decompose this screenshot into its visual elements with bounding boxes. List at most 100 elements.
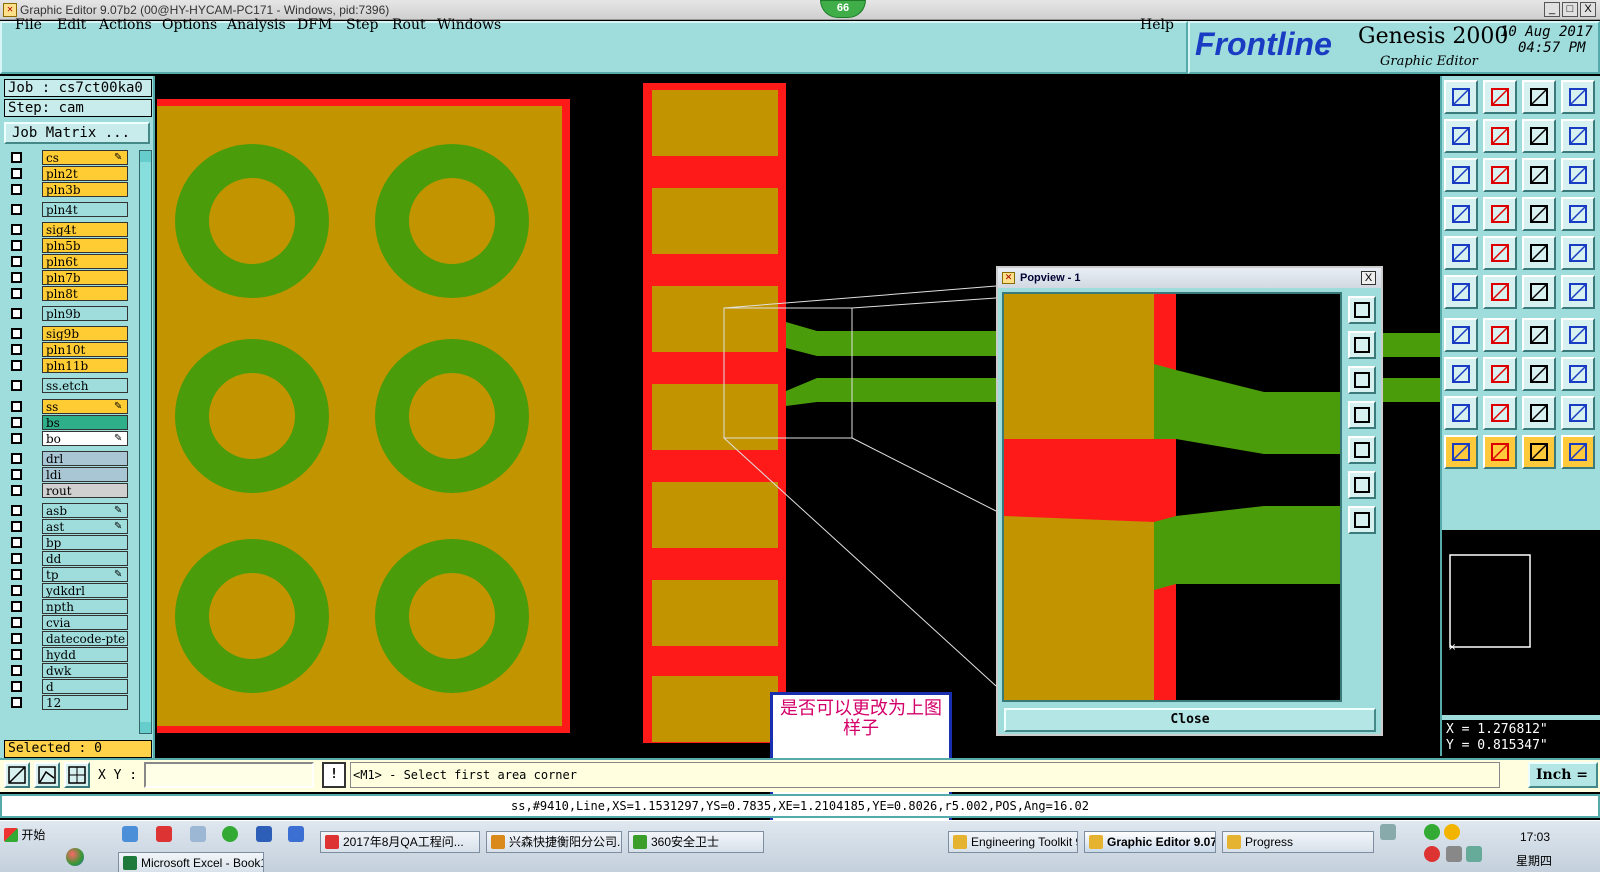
mirror-icon[interactable] xyxy=(1561,318,1595,352)
pan-left-icon[interactable] xyxy=(1444,119,1478,153)
menu-file[interactable]: File xyxy=(15,17,42,33)
tray-360-icon[interactable] xyxy=(1424,824,1440,840)
save-icon[interactable] xyxy=(256,826,272,842)
layer-checkbox[interactable] xyxy=(11,469,22,480)
layer-checkbox[interactable] xyxy=(11,401,22,412)
menu-edit[interactable]: Edit xyxy=(57,17,86,33)
fit-all-icon[interactable] xyxy=(1483,158,1517,192)
menu-help[interactable]: Help xyxy=(1140,17,1174,33)
start-button[interactable]: 开始 xyxy=(4,824,54,846)
layer-checkbox[interactable] xyxy=(11,649,22,660)
menu-analysis[interactable]: Analysis xyxy=(227,17,286,33)
layer-name[interactable]: sig9b xyxy=(42,326,128,341)
layer-row-cs[interactable]: cs ✎ xyxy=(4,150,138,165)
clock-day[interactable]: 星期四 xyxy=(1516,852,1552,869)
layer-name[interactable]: pln11b xyxy=(42,358,128,373)
angle-icon[interactable] xyxy=(1444,318,1478,352)
layer-name[interactable]: ss.etch xyxy=(42,378,128,393)
pop-home-icon[interactable] xyxy=(1348,331,1376,359)
layer-checkbox[interactable] xyxy=(11,585,22,596)
word-icon[interactable] xyxy=(288,826,304,842)
layer-checkbox[interactable] xyxy=(11,569,22,580)
layer-checkbox[interactable] xyxy=(11,617,22,628)
layer-name[interactable]: pln9b xyxy=(42,306,128,321)
connect-icon[interactable] xyxy=(1444,275,1478,309)
close-window-button[interactable]: X xyxy=(1580,2,1596,17)
layer-checkbox[interactable] xyxy=(11,240,22,251)
layer-checkbox[interactable] xyxy=(11,152,22,163)
pan-right-icon[interactable] xyxy=(1483,119,1517,153)
window-split-icon[interactable] xyxy=(1561,80,1595,114)
layer-row-drl[interactable]: drl xyxy=(4,451,138,466)
layer-checkbox[interactable] xyxy=(11,272,22,283)
tray-shield-icon[interactable] xyxy=(1444,824,1460,840)
scale-1-2-icon[interactable] xyxy=(1522,158,1556,192)
pop-pan-right-icon[interactable] xyxy=(1348,436,1376,464)
layer-row-d[interactable]: d xyxy=(4,679,138,694)
grid-toggle-icon[interactable] xyxy=(1483,197,1517,231)
snap-point-icon[interactable] xyxy=(1522,275,1556,309)
measure-width-icon[interactable] xyxy=(1522,357,1556,391)
clock-time[interactable]: 17:03 xyxy=(1520,830,1550,844)
calculator-icon[interactable] xyxy=(190,826,206,842)
layer-name[interactable]: ydkdrl xyxy=(42,583,128,598)
select-box-icon[interactable] xyxy=(1483,435,1517,469)
home-view-icon[interactable] xyxy=(1444,80,1478,114)
layer-checkbox[interactable] xyxy=(11,380,22,391)
taskbar-task[interactable]: Progress xyxy=(1222,831,1374,853)
units-selector[interactable]: Inch = xyxy=(1528,762,1598,788)
minus-icon[interactable] xyxy=(1483,357,1517,391)
layer-row-12[interactable]: 12 xyxy=(4,695,138,710)
layer-row-pln7b[interactable]: pln7b xyxy=(4,270,138,285)
layer-row-ss.etch[interactable]: ss.etch xyxy=(4,378,138,393)
job-matrix-button[interactable]: Job Matrix ... xyxy=(4,122,150,144)
pop-center-icon[interactable] xyxy=(1348,506,1376,534)
layer-checkbox[interactable] xyxy=(11,453,22,464)
layer-checkbox[interactable] xyxy=(11,601,22,612)
measure-icon[interactable] xyxy=(34,762,60,788)
group-icon[interactable] xyxy=(1561,357,1595,391)
layer-row-ss[interactable]: ss ✎ xyxy=(4,399,138,414)
layer-name[interactable]: npth xyxy=(42,599,128,614)
popview-titlebar[interactable]: Popview - 1 xyxy=(998,268,1381,288)
line-add-icon[interactable] xyxy=(1483,236,1517,270)
taskbar-task[interactable]: Engineering Toolkit 9.0... xyxy=(948,831,1078,853)
layer-row-rout[interactable]: rout xyxy=(4,483,138,498)
layer-row-ldi[interactable]: ldi xyxy=(4,467,138,482)
tray-network-icon[interactable] xyxy=(1466,846,1482,862)
xy-input[interactable] xyxy=(144,762,314,788)
layer-row-datecode-pte[interactable]: datecode-pte xyxy=(4,631,138,646)
quicklaunch-icon[interactable] xyxy=(66,848,84,866)
layer-name[interactable]: dd xyxy=(42,551,128,566)
layer-row-ydkdrl[interactable]: ydkdrl xyxy=(4,583,138,598)
layer-name[interactable]: datecode-pte xyxy=(42,631,128,646)
layer-row-hydd[interactable]: hydd xyxy=(4,647,138,662)
layer-name[interactable]: sig4t xyxy=(42,222,128,237)
layer-name[interactable]: pln2t xyxy=(42,166,128,181)
layer-checkbox[interactable] xyxy=(11,308,22,319)
layer-checkbox[interactable] xyxy=(11,328,22,339)
pop-fit-icon[interactable] xyxy=(1348,296,1376,324)
layer-row-bo[interactable]: bo ✎ xyxy=(4,431,138,446)
layer-checkbox[interactable] xyxy=(11,204,22,215)
help-icon[interactable] xyxy=(1561,158,1595,192)
layer-row-npth[interactable]: npth xyxy=(4,599,138,614)
triangle-red-icon[interactable] xyxy=(1444,396,1478,430)
menu-windows[interactable]: Windows xyxy=(437,17,501,33)
layer-checkbox[interactable] xyxy=(11,633,22,644)
tray-keyboard-icon[interactable] xyxy=(1380,824,1396,840)
triangle-up-icon[interactable] xyxy=(1522,396,1556,430)
menu-actions[interactable]: Actions xyxy=(99,17,152,33)
layer-row-asb[interactable]: asb ✎ xyxy=(4,503,138,518)
layer-name[interactable]: pln8t xyxy=(42,286,128,301)
layer-row-pln11b[interactable]: pln11b xyxy=(4,358,138,373)
step-back-icon[interactable] xyxy=(1522,119,1556,153)
layer-checkbox[interactable] xyxy=(11,433,22,444)
layer-row-bs[interactable]: bs xyxy=(4,415,138,430)
layer-name[interactable]: dwk xyxy=(42,663,128,678)
minimize-button[interactable]: _ xyxy=(1544,2,1560,17)
layer-row-pln4t[interactable]: pln4t xyxy=(4,202,138,217)
layer-checkbox[interactable] xyxy=(11,553,22,564)
taskbar-task[interactable]: 2017年8月QA工程问... xyxy=(320,831,480,853)
pdf-icon[interactable] xyxy=(156,826,172,842)
